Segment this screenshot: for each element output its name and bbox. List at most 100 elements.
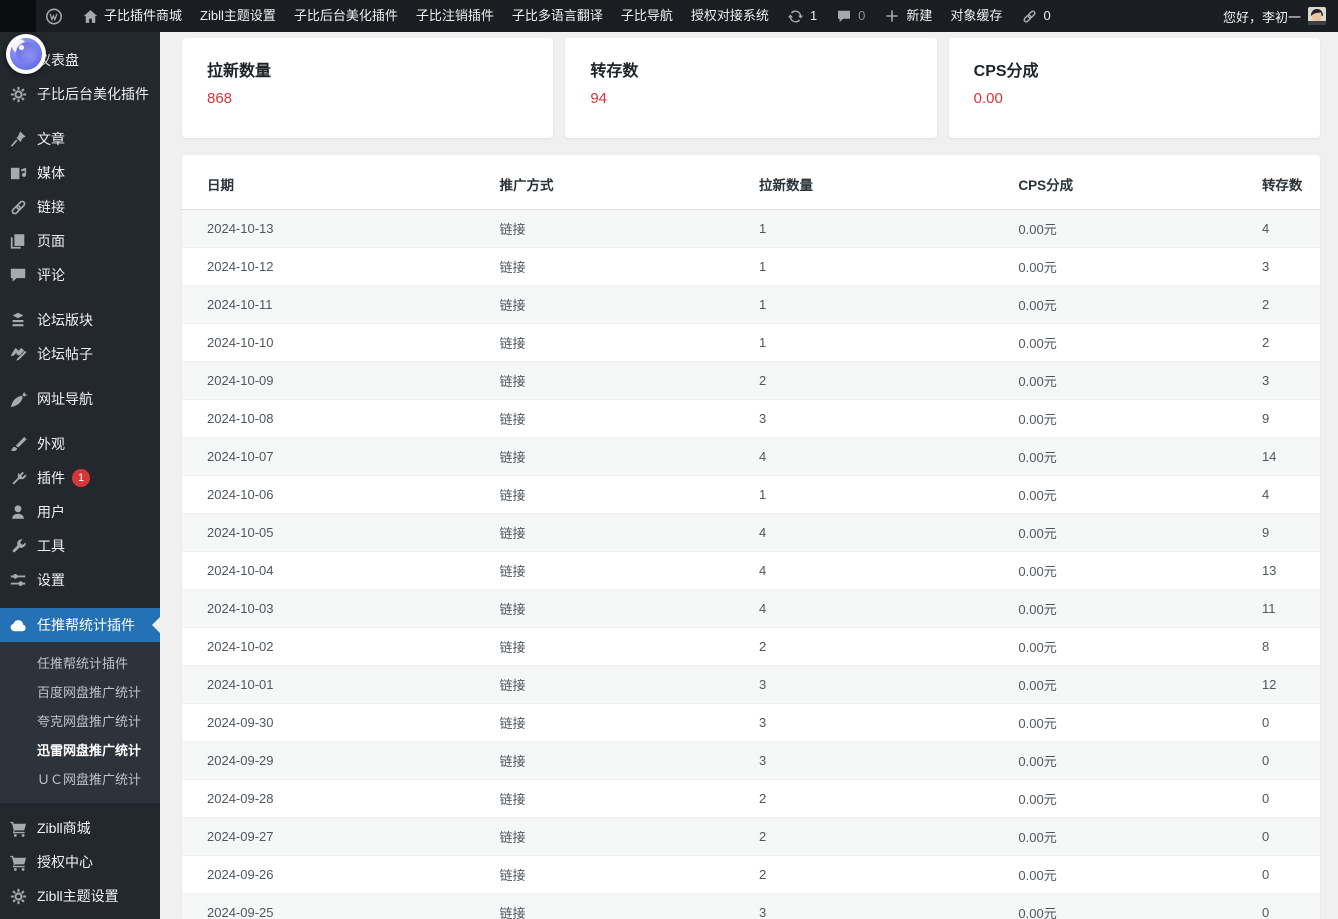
sidebar-item-settings[interactable]: 设置 [0,563,160,597]
table-cell: 链接 [499,627,759,666]
cart-icon [8,852,28,872]
stat-card-new-users: 拉新数量 868 [182,38,554,138]
topbar-item-multilang[interactable]: 子比多语言翻译 [503,0,612,32]
submenu-item-quark-pan[interactable]: 夸克网盘推广统计 [0,707,160,736]
table-row: 2024-10-02 链接 2 0.00元 8 [182,627,1320,666]
table-cell: 4 [1261,475,1320,514]
table-cell: 14 [1261,437,1320,476]
table-cell: 2024-09-28 [182,779,500,818]
table-cell: 0 [1261,855,1320,894]
table-cell: 0.00元 [1018,437,1262,476]
submenu-label: 夸克网盘推广统计 [37,714,142,729]
topbar-item-backend-beautify[interactable]: 子比后台美化插件 [285,0,407,32]
comment-count: 0 [858,8,866,23]
plugins-update-badge: 1 [72,469,90,487]
table-row: 2024-10-03 链接 4 0.00元 11 [182,589,1320,628]
stat-card-title: 拉新数量 [207,63,272,80]
new-content-menu[interactable]: 新建 [874,0,941,32]
link-count: 0 [1043,8,1051,23]
new-label: 新建 [906,8,933,23]
sidebar-item-appearance[interactable]: 外观 [0,427,160,461]
sidebar-item-plugins[interactable]: 插件 1 [0,461,160,495]
table-cell: 1 [758,209,1019,248]
moon-dot [19,45,24,50]
table-cell: 0.00元 [1018,361,1262,400]
stat-card-value: 94 [590,90,608,107]
site-name-menu[interactable]: 子比插件商城 [72,0,191,32]
admin-sidebar: 仪表盘 子比后台美化插件 文章 媒体 链接 页面 评论 论坛版块 论坛帖子 网址… [0,32,160,919]
sidebar-label: 任推帮统计插件 [37,617,135,633]
table-cell: 1 [758,247,1019,286]
link-counter-menu[interactable]: 0 [1011,0,1059,32]
table-cell: 链接 [499,665,759,704]
table-cell: 2024-10-10 [182,323,500,362]
table-cell: 0.00元 [1018,247,1262,286]
table-cell: 0.00元 [1018,513,1262,552]
sidebar-label: 网址导航 [37,391,93,407]
avatar[interactable] [1308,7,1326,25]
topbar-item-logout-plugin[interactable]: 子比注销插件 [407,0,503,32]
stats-table-card: 日期 推广方式 拉新数量 CPS分成 转存数 2024-10-13 链接 1 0.00… [182,155,1320,919]
sidebar-item-links[interactable]: 链接 [0,190,160,224]
sidebar-item-users[interactable]: 用户 [0,495,160,529]
sidebar-item-logout-plugin[interactable]: 子比注销插件 [0,913,160,919]
table-cell: 链接 [499,779,759,818]
comments-menu[interactable]: 0 [826,0,874,32]
submenu-label: 任推帮统计插件 [37,656,129,671]
table-cell: 2024-10-05 [182,513,500,552]
home-icon [81,7,99,25]
sidebar-item-site-nav[interactable]: 网址导航 [0,382,160,416]
object-cache-menu[interactable]: 对象缓存 [941,0,1011,32]
submenu-item-uc-pan[interactable]: ＵＣ网盘推广统计 [0,765,160,794]
sidebar-item-zibll-shop[interactable]: Zibll商城 [0,811,160,845]
night-mode-toggle-button[interactable] [6,34,46,74]
sidebar-item-backend-beautify[interactable]: 子比后台美化插件 [0,77,160,111]
stats-plugin-submenu: 任推帮统计插件 百度网盘推广统计 夸克网盘推广统计 迅雷网盘推广统计 ＵＣ网盘推… [0,642,160,803]
plug-icon [8,468,28,488]
sidebar-item-media[interactable]: 媒体 [0,156,160,190]
sidebar-item-stats-plugin[interactable]: 任推帮统计插件 [0,608,160,642]
updates-menu[interactable]: 1 [778,0,826,32]
table-cell: 2 [758,627,1019,666]
table-cell: 3 [758,893,1019,919]
topbar-item-zibll-theme-settings[interactable]: Zibll主题设置 [191,0,285,32]
sidebar-item-tools[interactable]: 工具 [0,529,160,563]
sidebar-label: Zibll主题设置 [37,888,119,904]
sidebar-item-comments[interactable]: 评论 [0,258,160,292]
table-cell: 4 [758,513,1019,552]
sidebar-label: 论坛版块 [37,312,93,328]
topbar-item-zibll-nav[interactable]: 子比导航 [612,0,682,32]
stat-card-value: 868 [207,90,233,107]
cloud-icon [8,615,28,635]
sidebar-label: 设置 [37,572,65,588]
topbar-label: 子比导航 [620,8,673,23]
sidebar-item-posts[interactable]: 文章 [0,122,160,156]
col-header-date: 日期 [182,155,500,210]
table-cell: 链接 [499,893,759,919]
sidebar-item-zibll-theme-settings[interactable]: Zibll主题设置 [0,879,160,913]
wordpress-menu[interactable] [36,0,72,32]
table-cell: 2024-09-26 [182,855,500,894]
topbar-item-auth-system[interactable]: 授权对接系统 [682,0,778,32]
sidebar-item-pages[interactable]: 页面 [0,224,160,258]
submenu-item-baidu-pan[interactable]: 百度网盘推广统计 [0,678,160,707]
col-header-method: 推广方式 [499,155,759,210]
update-icon [787,7,805,25]
table-cell: 0.00元 [1018,893,1262,919]
table-cell: 0.00元 [1018,665,1262,704]
table-cell: 3 [758,665,1019,704]
table-row: 2024-10-10 链接 1 0.00元 2 [182,323,1320,362]
sidebar-item-auth-center[interactable]: 授权中心 [0,845,160,879]
topbar-label: 子比后台美化插件 [293,8,398,23]
submenu-item-stats-plugin[interactable]: 任推帮统计插件 [0,649,160,678]
sidebar-item-forum-sections[interactable]: 论坛版块 [0,303,160,337]
table-row: 2024-10-08 链接 3 0.00元 9 [182,399,1320,438]
sidebar-item-forum-posts[interactable]: 论坛帖子 [0,337,160,371]
table-cell: 2024-09-27 [182,817,500,856]
submenu-item-xunlei-pan[interactable]: 迅雷网盘推广统计 [0,736,160,765]
table-cell: 链接 [499,475,759,514]
brush-icon [8,434,28,454]
stats-table: 日期 推广方式 拉新数量 CPS分成 转存数 2024-10-13 链接 1 0.00… [182,155,1320,919]
user-greeting[interactable]: 您好，李初一 [1223,7,1301,26]
user-icon [8,502,28,522]
